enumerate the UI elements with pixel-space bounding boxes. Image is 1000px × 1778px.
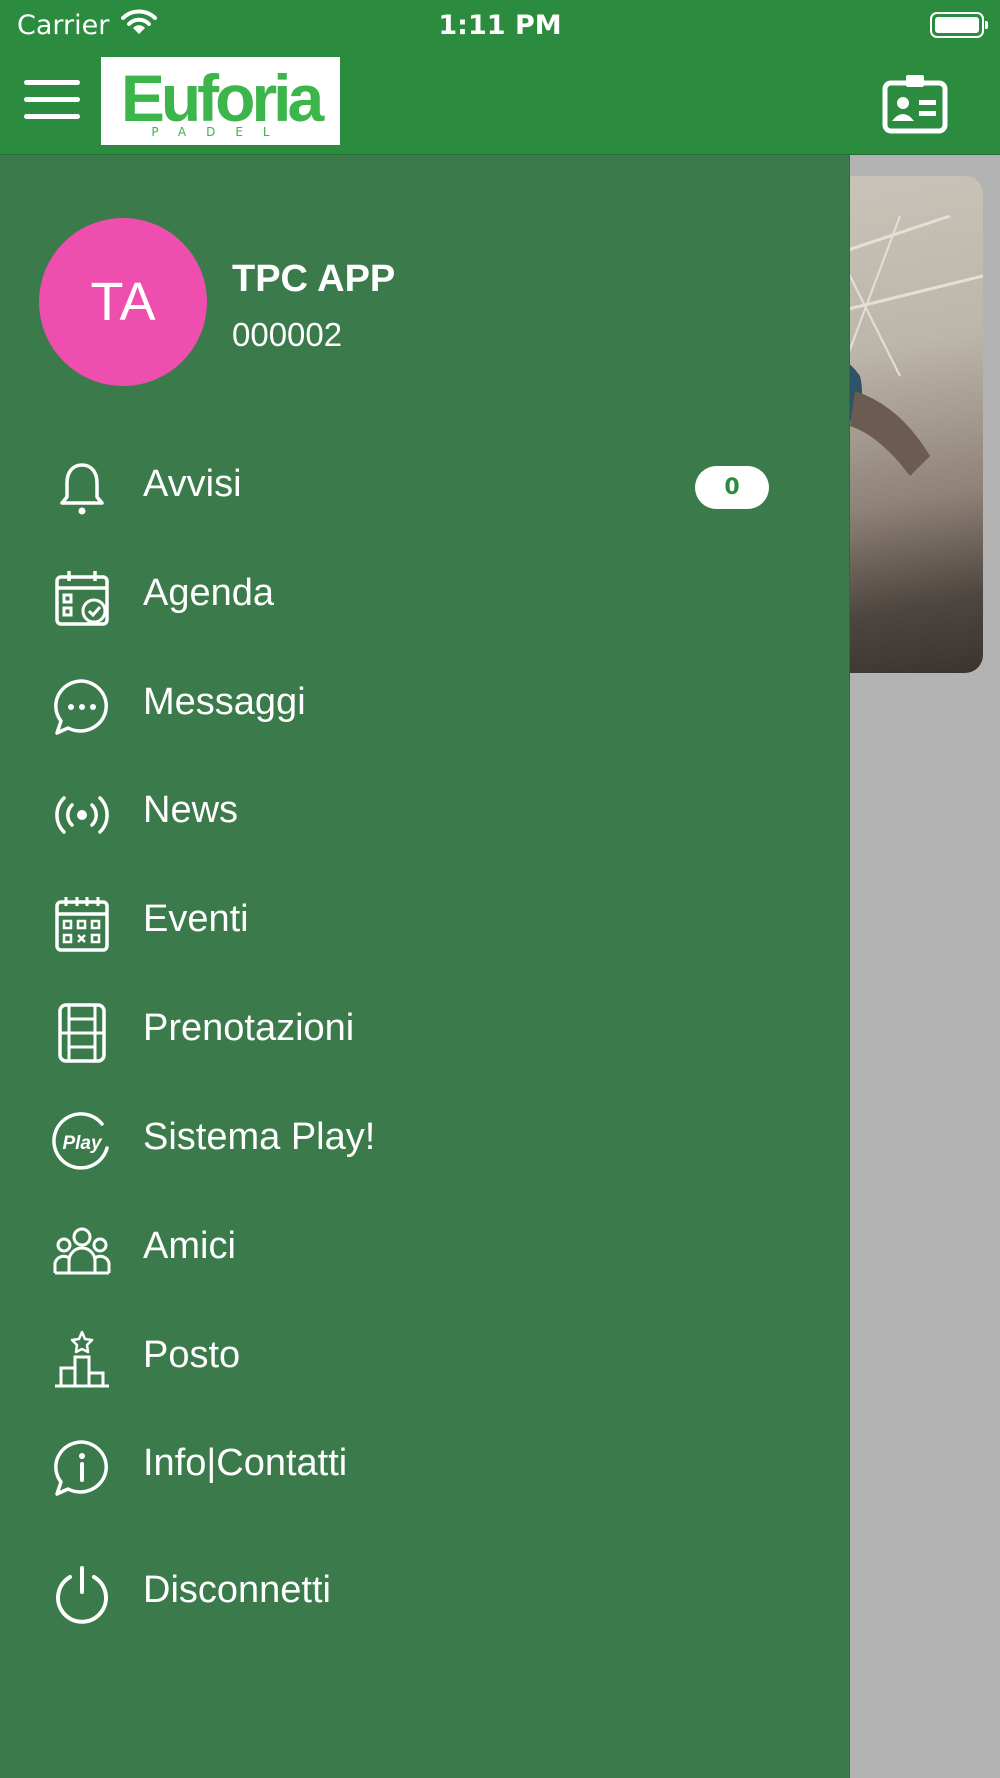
user-name: TPC APP <box>232 258 396 300</box>
user-code: 000002 <box>232 316 343 353</box>
calendar-check-icon <box>55 571 109 626</box>
broadcast-icon <box>55 796 109 834</box>
menu-item-amici[interactable]: Amici <box>0 1203 849 1293</box>
calendar-grid-icon <box>55 897 109 952</box>
chat-bubble-icon <box>54 679 108 735</box>
menu-item-agenda[interactable]: Agenda <box>0 550 849 640</box>
avatar[interactable]: TA <box>39 218 207 386</box>
menu-item-label: Avvisi <box>143 463 242 505</box>
play-icon-text: Play <box>62 1133 103 1154</box>
menu-item-label: Agenda <box>143 572 275 614</box>
menu-item-label: Posto <box>143 1334 241 1376</box>
menu-item-disconnetti[interactable]: Disconnetti <box>0 1547 849 1637</box>
info-chat-icon <box>54 1440 108 1496</box>
menu-item-label: News <box>143 789 239 831</box>
menu-item-posto[interactable]: Posto <box>0 1312 849 1402</box>
avvisi-count-badge: 0 <box>695 466 769 509</box>
clock: 1:11 PM <box>438 10 562 41</box>
play-badge-icon: Play <box>52 1112 109 1170</box>
court-icon <box>58 1003 106 1063</box>
podium-icon <box>55 1330 109 1388</box>
battery-icon <box>930 12 988 38</box>
menu-item-messaggi[interactable]: Messaggi <box>0 659 849 749</box>
status-bar: Carrier 1:11 PM <box>0 0 1000 50</box>
id-card-icon[interactable] <box>882 72 948 134</box>
menu-item-sistema-play[interactable]: Play Sistema Play! <box>0 1094 849 1184</box>
menu-item-prenotazioni[interactable]: Prenotazioni <box>0 985 849 1075</box>
bell-icon <box>60 463 104 515</box>
menu-item-label: Eventi <box>143 898 249 940</box>
menu-item-label: Disconnetti <box>143 1569 331 1611</box>
power-icon <box>56 1566 108 1624</box>
menu-item-news[interactable]: News <box>0 767 849 857</box>
menu-item-label: Prenotazioni <box>143 1007 355 1049</box>
menu-item-label: Amici <box>143 1225 236 1267</box>
friends-icon <box>53 1227 111 1275</box>
logo-subtext: PADEL <box>151 125 290 139</box>
menu-item-info-contatti[interactable]: Info|Contatti <box>0 1420 849 1510</box>
menu-item-label: Info|Contatti <box>143 1442 348 1484</box>
menu-item-label: Messaggi <box>143 681 306 723</box>
menu-item-label: Sistema Play! <box>143 1116 376 1158</box>
menu-item-eventi[interactable]: Eventi <box>0 876 849 966</box>
menu-toggle-button[interactable] <box>24 80 80 122</box>
app-header: Carrier 1:11 PM Euforia PADEL <box>0 0 1000 155</box>
side-drawer <box>0 155 850 1778</box>
app-logo: Euforia PADEL <box>101 57 340 145</box>
